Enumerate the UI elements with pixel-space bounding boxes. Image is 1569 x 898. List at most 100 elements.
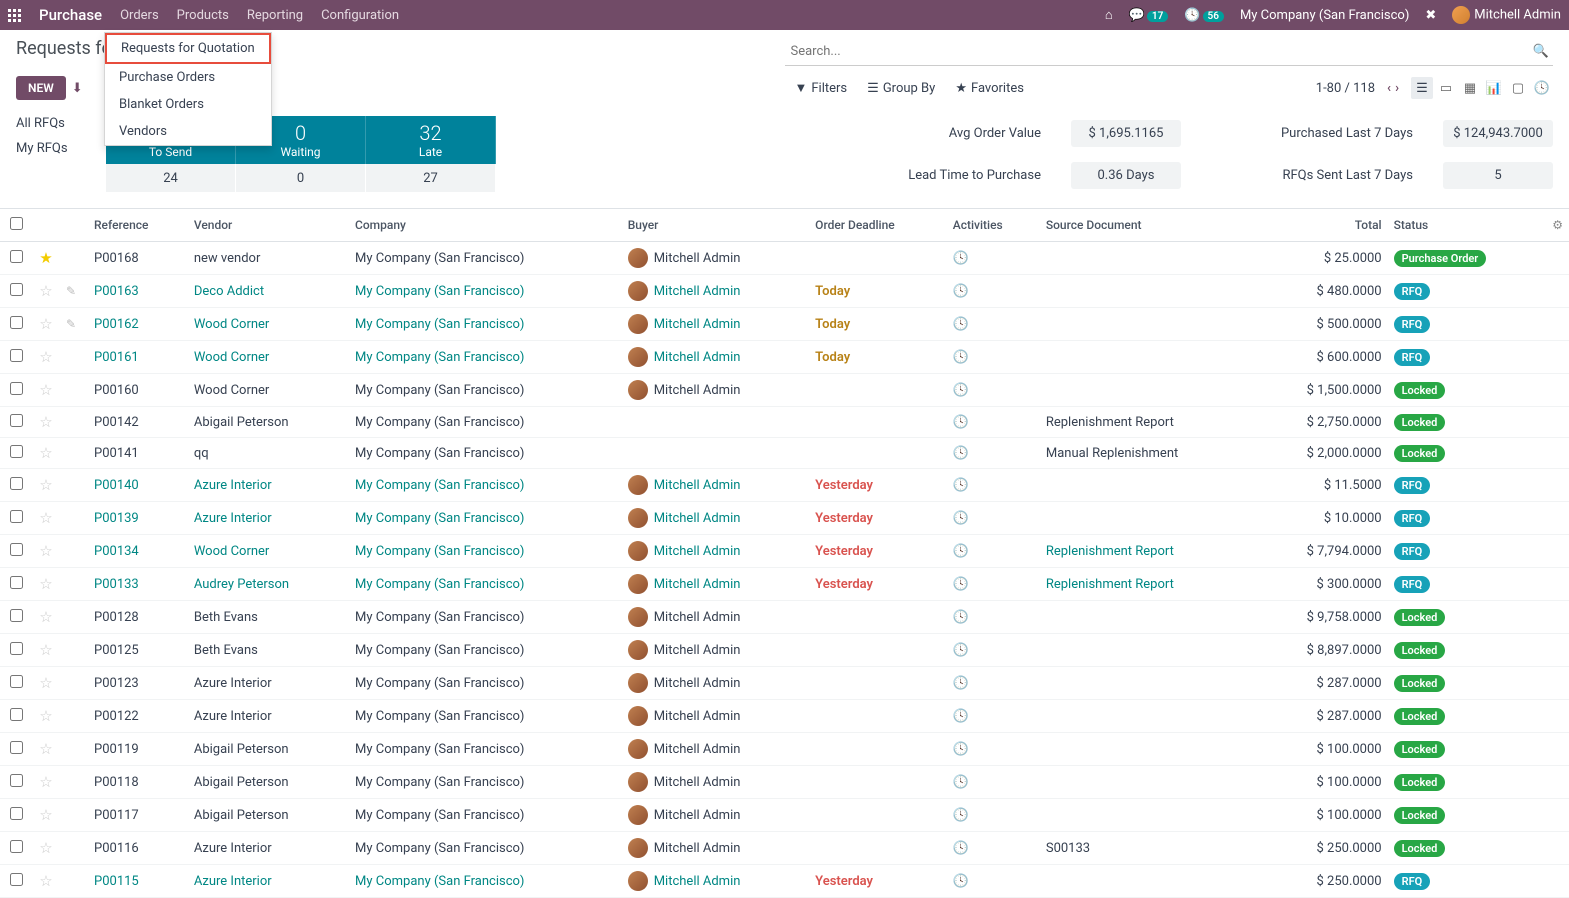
row-checkbox[interactable] bbox=[10, 807, 23, 820]
row-checkbox[interactable] bbox=[10, 708, 23, 721]
table-row[interactable]: ☆P00119Abigail PetersonMy Company (San F… bbox=[0, 733, 1569, 766]
favorite-star-icon[interactable]: ★ bbox=[39, 249, 52, 267]
table-row[interactable]: ☆P00116Azure InteriorMy Company (San Fra… bbox=[0, 832, 1569, 865]
company-link[interactable]: My Company (San Francisco) bbox=[355, 874, 524, 889]
favorite-star-icon[interactable]: ☆ bbox=[39, 476, 52, 494]
favorite-star-icon[interactable]: ☆ bbox=[39, 773, 52, 791]
kanban-icon[interactable]: ✎ bbox=[66, 317, 76, 331]
table-row[interactable]: ☆✎P00162Wood CornerMy Company (San Franc… bbox=[0, 308, 1569, 341]
row-checkbox[interactable] bbox=[10, 774, 23, 787]
buyer-link[interactable]: Mitchell Admin bbox=[654, 808, 741, 823]
view-calendar-icon[interactable]: ▢ bbox=[1507, 77, 1529, 99]
row-checkbox[interactable] bbox=[10, 576, 23, 589]
activity-clock-icon[interactable]: 🕓 bbox=[953, 577, 969, 592]
table-row[interactable]: ★P00168new vendorMy Company (San Francis… bbox=[0, 242, 1569, 275]
menu-products[interactable]: Products bbox=[177, 8, 229, 23]
favorite-star-icon[interactable]: ☆ bbox=[39, 641, 52, 659]
apps-icon[interactable] bbox=[8, 9, 21, 22]
company-link[interactable]: My Company (San Francisco) bbox=[355, 775, 524, 790]
search-icon[interactable]: 🔍 bbox=[1533, 44, 1549, 59]
reference-link[interactable]: P00115 bbox=[94, 874, 139, 889]
row-checkbox[interactable] bbox=[10, 316, 23, 329]
activity-clock-icon[interactable]: 🕓 bbox=[953, 775, 969, 790]
buyer-link[interactable]: Mitchell Admin bbox=[654, 511, 741, 526]
source-doc[interactable]: S00133 bbox=[1046, 841, 1090, 856]
favorite-star-icon[interactable]: ☆ bbox=[39, 575, 52, 593]
favorite-star-icon[interactable]: ☆ bbox=[39, 806, 52, 824]
table-row[interactable]: ☆P00134Wood CornerMy Company (San Franci… bbox=[0, 535, 1569, 568]
reference-link[interactable]: P00117 bbox=[94, 808, 139, 823]
col-vendor[interactable]: Vendor bbox=[188, 209, 349, 242]
buyer-link[interactable]: Mitchell Admin bbox=[654, 775, 741, 790]
company-link[interactable]: My Company (San Francisco) bbox=[355, 742, 524, 757]
buyer-link[interactable]: Mitchell Admin bbox=[654, 544, 741, 559]
tab-all-rfqs[interactable]: All RFQs bbox=[16, 116, 96, 131]
vendor-link[interactable]: Abigail Peterson bbox=[194, 808, 289, 823]
vendor-link[interactable]: Wood Corner bbox=[194, 544, 269, 559]
vendor-link[interactable]: Beth Evans bbox=[194, 610, 258, 625]
favorite-star-icon[interactable]: ☆ bbox=[39, 444, 52, 462]
reference-link[interactable]: P00122 bbox=[94, 709, 139, 724]
vendor-link[interactable]: Azure Interior bbox=[194, 478, 272, 493]
source-doc[interactable]: Replenishment Report bbox=[1046, 544, 1174, 559]
activity-clock-icon[interactable]: 🕓 bbox=[953, 544, 969, 559]
menu-reporting[interactable]: Reporting bbox=[247, 8, 303, 23]
company-link[interactable]: My Company (San Francisco) bbox=[355, 577, 524, 592]
vendor-link[interactable]: Azure Interior bbox=[194, 841, 272, 856]
activity-clock-icon[interactable]: 🕓 bbox=[953, 383, 969, 398]
row-checkbox[interactable] bbox=[10, 840, 23, 853]
select-all-checkbox[interactable] bbox=[10, 217, 23, 230]
dropdown-item-po[interactable]: Purchase Orders bbox=[105, 64, 271, 91]
table-row[interactable]: ☆P00125Beth EvansMy Company (San Francis… bbox=[0, 634, 1569, 667]
activity-clock-icon[interactable]: 🕓 bbox=[953, 841, 969, 856]
col-total[interactable]: Total bbox=[1257, 209, 1388, 242]
company-link[interactable]: My Company (San Francisco) bbox=[355, 251, 524, 266]
stat-tosend-my[interactable]: 24 bbox=[106, 164, 236, 192]
row-checkbox[interactable] bbox=[10, 741, 23, 754]
reference-link[interactable]: P00119 bbox=[94, 742, 139, 757]
company-link[interactable]: My Company (San Francisco) bbox=[355, 383, 524, 398]
reference-link[interactable]: P00142 bbox=[94, 415, 139, 430]
vendor-link[interactable]: Azure Interior bbox=[194, 709, 272, 724]
row-checkbox[interactable] bbox=[10, 445, 23, 458]
company-link[interactable]: My Company (San Francisco) bbox=[355, 808, 524, 823]
reference-link[interactable]: P00160 bbox=[94, 383, 139, 398]
favorite-star-icon[interactable]: ☆ bbox=[39, 674, 52, 692]
activities-icon[interactable]: 🕓56 bbox=[1184, 8, 1224, 23]
col-activities[interactable]: Activities bbox=[947, 209, 1040, 242]
view-activity-icon[interactable]: 🕓 bbox=[1531, 77, 1553, 99]
row-checkbox[interactable] bbox=[10, 543, 23, 556]
table-row[interactable]: ☆P00140Azure InteriorMy Company (San Fra… bbox=[0, 469, 1569, 502]
company-link[interactable]: My Company (San Francisco) bbox=[355, 544, 524, 559]
activity-clock-icon[interactable]: 🕓 bbox=[953, 808, 969, 823]
company-link[interactable]: My Company (San Francisco) bbox=[355, 284, 524, 299]
favorite-star-icon[interactable]: ☆ bbox=[39, 413, 52, 431]
buyer-link[interactable]: Mitchell Admin bbox=[654, 383, 741, 398]
col-source[interactable]: Source Document bbox=[1040, 209, 1257, 242]
dropdown-item-blanket[interactable]: Blanket Orders bbox=[105, 91, 271, 118]
vendor-link[interactable]: Wood Corner bbox=[194, 350, 269, 365]
col-deadline[interactable]: Order Deadline bbox=[809, 209, 947, 242]
reference-link[interactable]: P00161 bbox=[94, 350, 139, 365]
pager-range[interactable]: 1-80 / 118 bbox=[1316, 81, 1375, 96]
vendor-link[interactable]: Wood Corner bbox=[194, 317, 269, 332]
view-pivot-icon[interactable]: ▦ bbox=[1459, 77, 1481, 99]
tab-my-rfqs[interactable]: My RFQs bbox=[16, 141, 96, 156]
company-link[interactable]: My Company (San Francisco) bbox=[355, 350, 524, 365]
favorite-star-icon[interactable]: ☆ bbox=[39, 509, 52, 527]
table-row[interactable]: ☆P00115Azure InteriorMy Company (San Fra… bbox=[0, 865, 1569, 898]
row-checkbox[interactable] bbox=[10, 349, 23, 362]
col-company[interactable]: Company bbox=[349, 209, 622, 242]
pager-next-icon[interactable]: › bbox=[1393, 81, 1401, 96]
reference-link[interactable]: P00128 bbox=[94, 610, 139, 625]
table-row[interactable]: ☆ P00117 Abigail Peterson My Company (San F… bbox=[0, 799, 1569, 832]
buyer-link[interactable]: Mitchell Admin bbox=[654, 478, 741, 493]
menu-configuration[interactable]: Configuration bbox=[321, 8, 399, 23]
activity-clock-icon[interactable]: 🕓 bbox=[953, 874, 969, 889]
company-link[interactable]: My Company (San Francisco) bbox=[355, 610, 524, 625]
table-row[interactable]: ☆P00128Beth EvansMy Company (San Francis… bbox=[0, 601, 1569, 634]
vendor-link[interactable]: Abigail Peterson bbox=[194, 742, 289, 757]
table-row[interactable]: ☆P00122Azure InteriorMy Company (San Fra… bbox=[0, 700, 1569, 733]
row-checkbox[interactable] bbox=[10, 477, 23, 490]
vendor-link[interactable]: Azure Interior bbox=[194, 676, 272, 691]
